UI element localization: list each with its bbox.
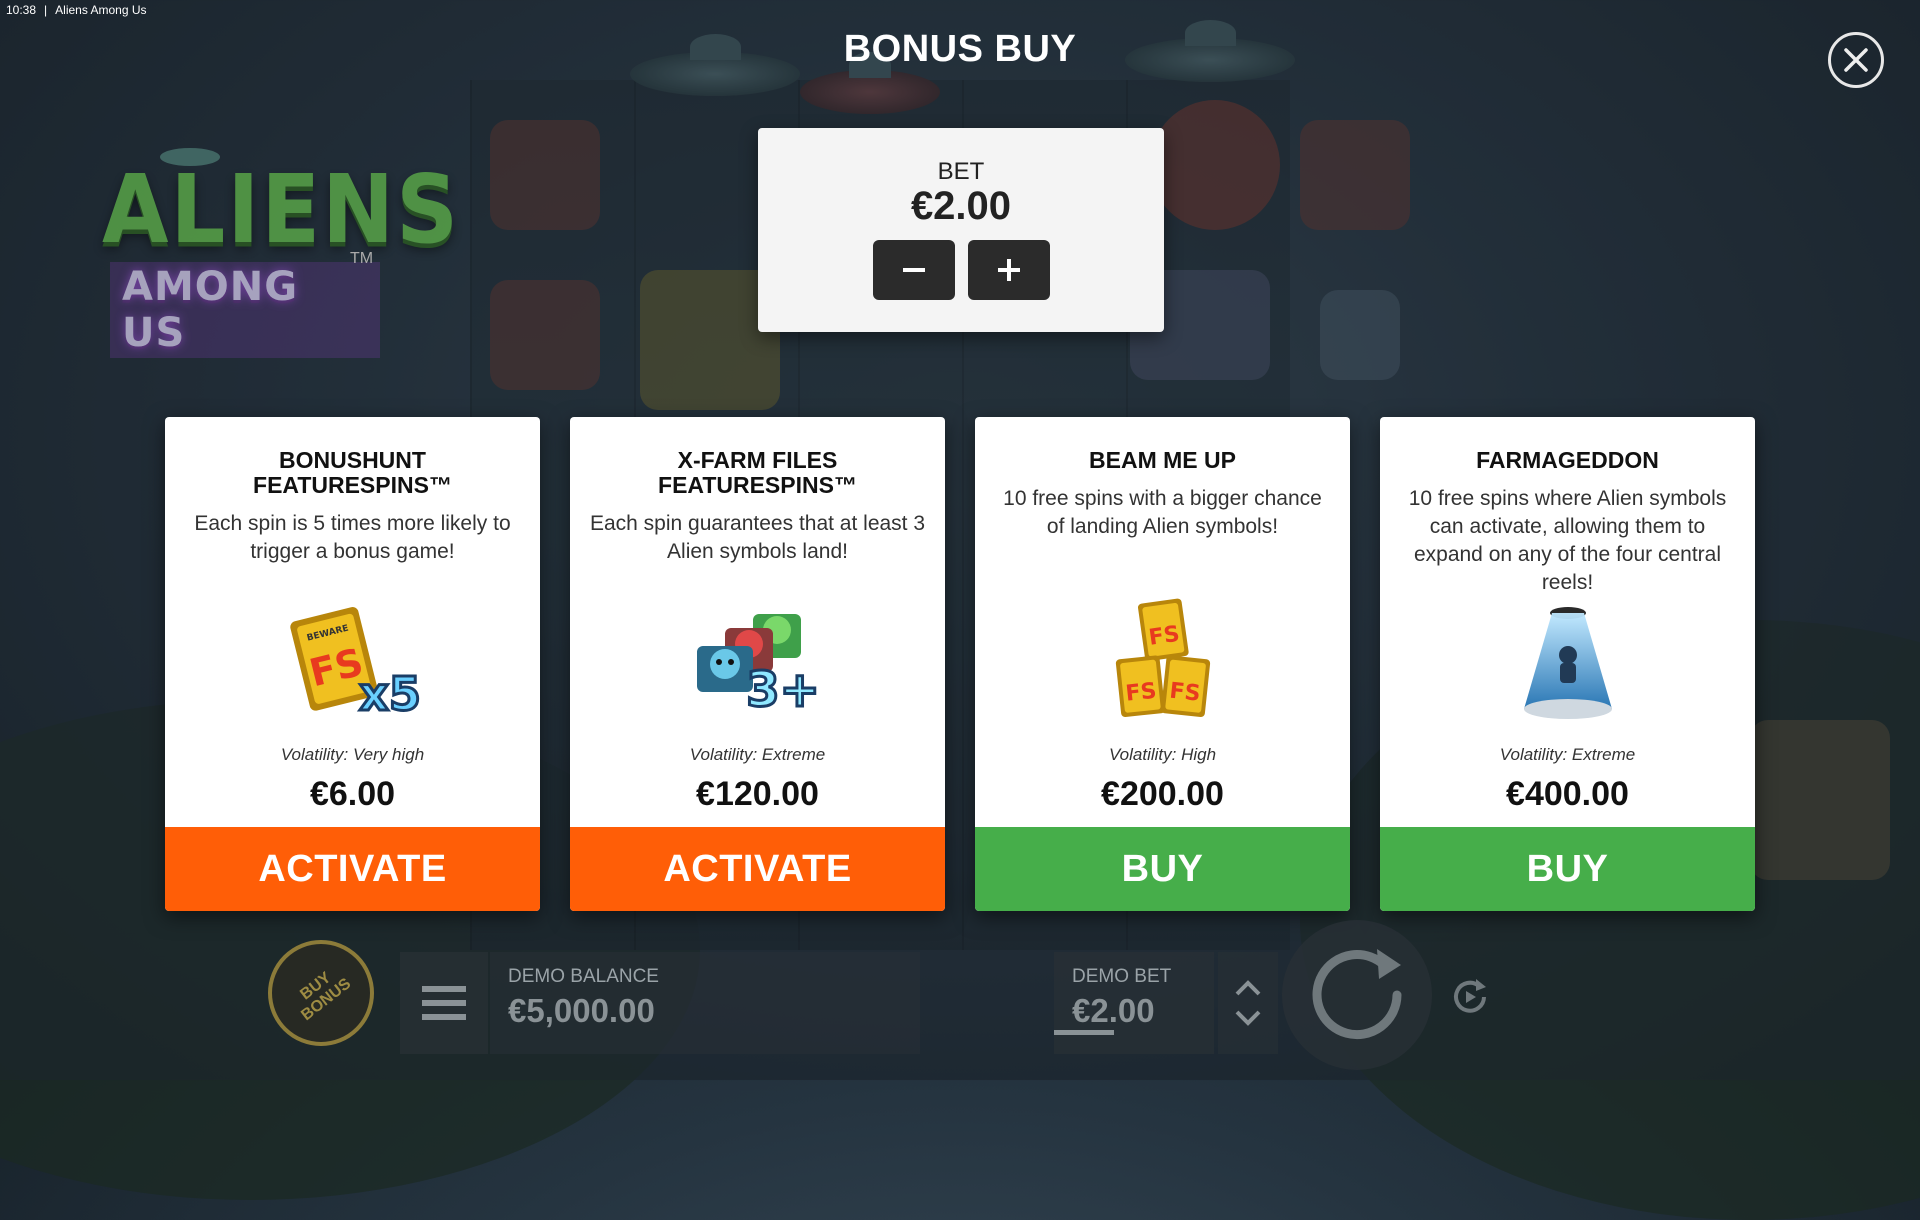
increase-bet-button[interactable] [968,240,1050,300]
bet-value: €2.00 [910,184,1012,228]
menu-button[interactable] [400,952,488,1054]
bonus-card-beam-me-up: BEAM ME UP 10 free spins with a bigger c… [975,417,1350,911]
fs-text: FS [1168,679,1201,707]
card-price: €120.00 [696,775,819,813]
activate-button[interactable]: ACTIVATE [570,827,945,911]
bet-label: BET [937,158,985,185]
window-title: Aliens Among Us [55,3,147,17]
logo-main-text: ALIENS [102,155,461,265]
bet-panel: BET €2.00 [758,128,1164,332]
alien-symbols-3plus-icon: 3+ [570,597,945,727]
minus-icon [903,268,925,272]
bet-stepper [1218,952,1278,1054]
bonus-card-bonushunt: BONUSHUNT FEATURESPINS™ Each spin is 5 t… [165,417,540,911]
tractor-beam-icon [1380,597,1755,727]
separator: | [44,3,48,17]
status-bar: 10:38 | Aliens Among Us [6,3,155,17]
balance-label: DEMO BALANCE [508,966,659,987]
bonus-card-xfarm: X-FARM FILES FEATURESPINS™ Each spin gua… [570,417,945,911]
art-badge: x5 [359,667,421,721]
hamburger-menu-icon [422,986,466,1020]
logo-trademark: TM [350,250,374,267]
chevron-up-icon[interactable] [1233,978,1263,998]
card-price: €400.00 [1506,775,1629,813]
spin-icon [1312,949,1402,1040]
card-volatility: Volatility: Very high [280,745,425,764]
fs-text: FS [1124,679,1157,707]
buy-bonus-button[interactable]: BUY BONUS [268,940,374,1046]
card-title: BONUSHUNT FEATURESPINS™ [253,447,452,498]
demo-bet-label: DEMO BET [1072,966,1172,987]
balance-panel: DEMO BALANCE €5,000.00 [490,952,920,1054]
card-volatility: Volatility: High [1108,745,1217,764]
page-title: BONUS BUY [843,28,1077,70]
clock: 10:38 [6,3,37,17]
bet-indicator [1054,1030,1114,1035]
ufo-icon [800,52,940,114]
art-badge: 3+ [746,662,820,718]
featurespins-x5-icon: BEWARE FS x5 [165,597,540,727]
card-description: 10 free spins where Alien symbols can ac… [1408,487,1727,594]
card-price: €6.00 [309,775,396,813]
bonus-card-farmageddon: FARMAGEDDON 10 free spins where Alien sy… [1380,417,1755,911]
card-volatility: Volatility: Extreme [689,745,826,764]
demo-bet-value: €2.00 [1072,992,1155,1029]
card-description: 10 free spins with a bigger chance of la… [1003,487,1322,538]
game-logo: ALIENS AMONG US TM [60,148,458,358]
spin-button[interactable] [1282,920,1432,1070]
close-button[interactable] [1828,32,1884,88]
card-description: Each spin is 5 times more likely to trig… [194,512,511,563]
card-title: BEAM ME UP [1089,447,1236,473]
balance-value: €5,000.00 [508,992,655,1029]
activate-button[interactable]: ACTIVATE [165,827,540,911]
buy-bonus-label: BUY BONUS [297,969,355,1025]
fs-text: FS [1147,622,1181,651]
card-volatility: Volatility: Extreme [1499,745,1636,764]
free-spins-cards-icon: FS FS FS [975,597,1350,727]
chevron-down-icon[interactable] [1233,1008,1263,1028]
autoplay-icon[interactable] [1448,975,1492,1019]
logo-sub-text: AMONG US [110,262,380,358]
card-title: FARMAGEDDON [1476,447,1659,473]
card-description: Each spin guarantees that at least 3 Ali… [589,512,926,563]
decrease-bet-button[interactable] [873,240,955,300]
buy-button[interactable]: BUY [975,827,1350,911]
demo-bet-panel[interactable]: DEMO BET €2.00 [1054,952,1214,1054]
card-price: €200.00 [1101,775,1224,813]
card-title: X-FARM FILES FEATURESPINS™ [658,447,857,498]
buy-button[interactable]: BUY [1380,827,1755,911]
close-icon [1844,48,1868,72]
plus-icon [998,259,1020,281]
